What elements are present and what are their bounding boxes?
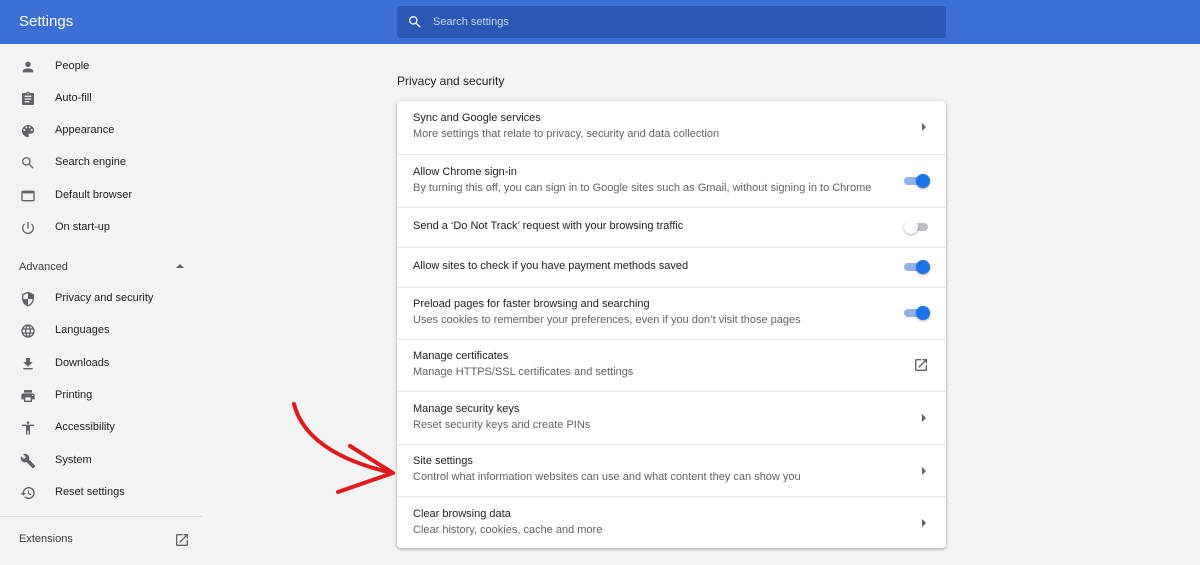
top-bar: Settings	[0, 0, 1200, 44]
search-icon	[22, 157, 34, 169]
row-clear-browsing-data[interactable]: Clear browsing data Clear history, cooki…	[397, 496, 946, 548]
search-box[interactable]	[397, 6, 946, 38]
sidebar-item-label: Languages	[55, 324, 110, 336]
sidebar-item-label: Reset settings	[55, 486, 125, 498]
row-manage-certificates[interactable]: Manage certificates Manage HTTPS/SSL cer…	[397, 339, 946, 391]
palette-icon	[22, 125, 34, 137]
sidebar-item-appearance[interactable]: Appearance	[0, 116, 202, 146]
external-link-icon	[915, 359, 927, 371]
sidebar-item-languages[interactable]: Languages	[0, 316, 202, 346]
row-subtitle: Clear history, cookies, cache and more	[413, 524, 603, 536]
row-subtitle: By turning this off, you can sign in to …	[413, 182, 872, 194]
sidebar-item-label: System	[55, 454, 92, 466]
sidebar-item-label: Auto-fill	[55, 92, 92, 104]
advanced-label: Advanced	[19, 261, 68, 273]
row-subtitle: Manage HTTPS/SSL certificates and settin…	[413, 366, 634, 378]
sidebar-item-label: Default browser	[55, 189, 133, 201]
toggle-switch[interactable]	[904, 174, 930, 188]
browser-icon	[21, 190, 35, 202]
wrench-icon	[20, 453, 36, 469]
row-title: Send a ‘Do Not Track’ request with your …	[413, 220, 684, 232]
sidebar-item-label: Search engine	[55, 156, 126, 168]
restore-icon	[20, 487, 35, 499]
sidebar-item-label: Appearance	[55, 124, 115, 136]
row-site-settings[interactable]: Site settings Control what information w…	[397, 444, 946, 496]
sidebar-item-default-browser[interactable]: Default browser	[0, 181, 202, 211]
shield-icon	[22, 291, 34, 307]
row-payment-methods[interactable]: Allow sites to check if you have payment…	[397, 247, 946, 287]
row-subtitle: More settings that relate to privacy, se…	[413, 128, 720, 140]
sidebar-item-search-engine[interactable]: Search engine	[0, 148, 202, 178]
row-subtitle: Control what information websites can us…	[413, 471, 801, 483]
printer-icon	[21, 390, 35, 402]
row-title: Allow sites to check if you have payment…	[413, 260, 689, 272]
clipboard-icon	[22, 91, 34, 105]
section-title: Privacy and security	[397, 74, 505, 88]
sidebar-item-reset-settings[interactable]: Reset settings	[0, 478, 202, 508]
sidebar-item-printing[interactable]: Printing	[0, 381, 202, 411]
toggle-switch[interactable]	[904, 306, 930, 320]
row-title: Site settings	[413, 455, 473, 467]
row-title: Manage security keys	[413, 403, 520, 415]
sidebar-item-label: Privacy and security	[55, 292, 154, 304]
row-title: Clear browsing data	[413, 508, 511, 520]
arrow-right-icon	[922, 123, 926, 131]
sidebar-item-privacy-and-security[interactable]: Privacy and security	[0, 284, 202, 314]
row-allow-chrome-sign-in[interactable]: Allow Chrome sign-in By turning this off…	[397, 154, 946, 207]
download-icon	[23, 358, 33, 370]
row-subtitle: Uses cookies to remember your preference…	[413, 314, 801, 326]
app-title: Settings	[19, 13, 74, 30]
row-manage-security-keys[interactable]: Manage security keys Reset security keys…	[397, 391, 946, 444]
sidebar-item-system[interactable]: System	[0, 446, 202, 476]
arrow-right-icon	[922, 414, 926, 422]
power-icon	[22, 222, 34, 234]
row-title: Sync and Google services	[413, 112, 541, 124]
search-input[interactable]	[433, 6, 933, 38]
toggle-switch[interactable]	[904, 220, 930, 234]
sidebar-divider	[0, 516, 202, 517]
person-icon	[22, 61, 34, 73]
sidebar-item-label: Accessibility	[55, 421, 115, 433]
row-title: Allow Chrome sign-in	[413, 166, 517, 178]
row-title: Preload pages for faster browsing and se…	[413, 298, 650, 310]
arrow-right-icon	[922, 467, 926, 475]
sidebar-item-label: Extensions	[19, 533, 73, 545]
toggle-switch[interactable]	[904, 260, 930, 274]
accessibility-icon	[22, 421, 34, 435]
sidebar-item-on-startup[interactable]: On start-up	[0, 213, 202, 243]
sidebar-item-label: On start-up	[55, 221, 111, 233]
privacy-settings-card: Sync and Google services More settings t…	[397, 101, 946, 548]
arrow-right-icon	[922, 519, 926, 527]
sidebar-item-autofill[interactable]: Auto-fill	[0, 84, 202, 114]
sidebar-item-label: Downloads	[55, 357, 110, 369]
row-sync-and-google-services[interactable]: Sync and Google services More settings t…	[397, 101, 946, 154]
row-preload-pages[interactable]: Preload pages for faster browsing and se…	[397, 287, 946, 339]
sidebar: People Auto-fill Appearance Search engin…	[0, 44, 202, 565]
external-link-icon	[176, 534, 188, 546]
row-subtitle: Reset security keys and create PINs	[413, 419, 591, 431]
sidebar-item-accessibility[interactable]: Accessibility	[0, 413, 202, 443]
row-do-not-track[interactable]: Send a ‘Do Not Track’ request with your …	[397, 207, 946, 247]
sidebar-item-downloads[interactable]: Downloads	[0, 349, 202, 379]
sidebar-item-label: Printing	[55, 389, 93, 401]
row-title: Manage certificates	[413, 350, 509, 362]
chevron-up-icon	[176, 264, 184, 268]
sidebar-item-label: People	[55, 60, 90, 72]
sidebar-item-extensions[interactable]: Extensions	[0, 525, 202, 555]
advanced-toggle[interactable]: Advanced	[0, 252, 202, 282]
search-icon	[409, 16, 421, 28]
annotation-arrow-icon	[292, 402, 395, 494]
globe-icon	[21, 324, 35, 338]
sidebar-item-people[interactable]: People	[0, 52, 202, 82]
